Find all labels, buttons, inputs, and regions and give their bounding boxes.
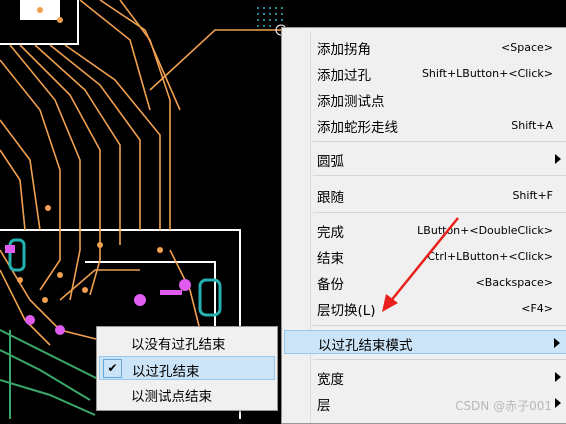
menu-item-backup[interactable]: 备份 <Backspace>	[284, 270, 566, 294]
checkmark-icon: ✔	[103, 359, 122, 378]
menu-item-shortcut: <F4>	[521, 302, 553, 315]
submenu-arrow-icon	[555, 154, 561, 164]
menu-item-layer-switch[interactable]: 层切换(L) <F4>	[284, 296, 566, 320]
submenu-item-via[interactable]: ✔ 以过孔结束	[99, 356, 275, 380]
submenu-arrow-icon	[555, 372, 561, 382]
menu-item-label: 圆弧	[317, 154, 344, 170]
menu-item-label: 完成	[317, 225, 344, 241]
menu-item-complete[interactable]: 完成 LButton+<DoubleClick>	[284, 218, 566, 242]
menu-item-shortcut: <Space>	[501, 41, 553, 54]
menu-separator	[313, 212, 566, 213]
submenu-item-label: 以测试点结束	[131, 389, 212, 405]
menu-item-add-via[interactable]: 添加过孔 Shift+LButton+<Click>	[284, 61, 566, 85]
menu-item-label: 层	[317, 398, 331, 414]
menu-separator	[313, 325, 566, 326]
menu-item-shortcut: Shift+F	[512, 189, 553, 202]
menu-item-label: 添加蛇形走线	[317, 120, 398, 136]
menu-item-shortcut: LButton+<DoubleClick>	[417, 224, 553, 237]
submenu-arrow-icon	[555, 398, 561, 408]
submenu-arrow-icon	[554, 338, 560, 348]
context-menu: 添加拐角 <Space> 添加过孔 Shift+LButton+<Click> …	[281, 27, 566, 424]
menu-item-follow[interactable]: 跟随 Shift+F	[284, 183, 566, 207]
menu-item-arc[interactable]: 圆弧	[284, 147, 566, 171]
menu-item-label: 添加过孔	[317, 68, 371, 84]
menu-item-label: 跟随	[317, 190, 344, 206]
menu-item-label: 以过孔结束模式	[318, 338, 413, 354]
menu-separator	[313, 359, 566, 360]
via-mode-submenu: 以没有过孔结束 ✔ 以过孔结束 以测试点结束	[96, 326, 278, 411]
menu-item-shortcut: Shift+LButton+<Click>	[421, 67, 553, 80]
menu-separator	[313, 141, 566, 142]
submenu-item-label: 以没有过孔结束	[131, 337, 226, 353]
watermark: CSDN @赤子001	[455, 399, 552, 413]
menu-item-label: 添加测试点	[317, 94, 385, 110]
menu-item-label: 结束	[317, 251, 344, 267]
menu-item-shortcut: Shift+A	[511, 119, 553, 132]
submenu-item-no-via[interactable]: 以没有过孔结束	[99, 330, 275, 354]
menu-item-width[interactable]: 宽度	[284, 365, 566, 389]
menu-item-end-via-mode[interactable]: 以过孔结束模式	[284, 330, 566, 354]
menu-item-add-testpoint[interactable]: 添加测试点	[284, 87, 566, 111]
menu-item-label: 备份	[317, 277, 344, 293]
submenu-item-testpoint[interactable]: 以测试点结束	[99, 382, 275, 406]
menu-item-shortcut: <Backspace>	[475, 276, 553, 289]
submenu-item-label: 以过孔结束	[132, 364, 200, 380]
menu-item-add-serpentine[interactable]: 添加蛇形走线 Shift+A	[284, 113, 566, 137]
menu-item-add-corner[interactable]: 添加拐角 <Space>	[284, 35, 566, 59]
menu-item-label: 添加拐角	[317, 42, 371, 58]
menu-item-end[interactable]: 结束 Ctrl+LButton+<Click>	[284, 244, 566, 268]
menu-item-shortcut: Ctrl+LButton+<Click>	[427, 250, 553, 263]
menu-item-label: 宽度	[317, 372, 344, 388]
menu-separator	[313, 175, 566, 176]
menu-item-label: 层切换(L)	[317, 303, 376, 319]
